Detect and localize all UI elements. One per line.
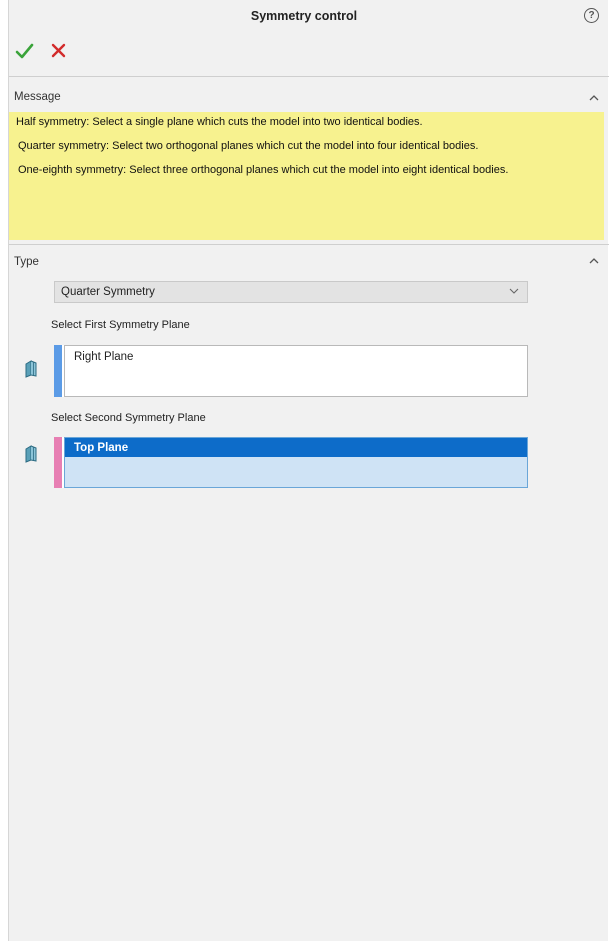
selection-color-bar [54,437,62,488]
divider [9,76,609,77]
selection-color-bar [54,345,62,397]
second-plane-label: Select Second Symmetry Plane [51,412,206,424]
title-bar: Symmetry control ? [9,0,609,34]
message-line-quarter: Quarter symmetry: Select two orthogonal … [18,140,479,152]
plane-icon[interactable] [24,360,38,378]
ok-button[interactable] [14,40,36,62]
panel-title: Symmetry control [250,9,358,23]
message-section-title: Message [14,91,61,103]
dropdown-value: Quarter Symmetry [61,286,155,298]
first-plane-selection-box[interactable]: Right Plane [54,345,528,397]
type-section-title: Type [14,256,39,268]
checkmark-icon [15,43,34,59]
message-line-eighth: One-eighth symmetry: Select three orthog… [18,164,509,176]
second-plane-list[interactable]: Top Plane [64,437,528,488]
plane-icon[interactable] [24,445,38,463]
message-line-half: Half symmetry: Select a single plane whi… [16,116,423,128]
list-item[interactable]: Right Plane [65,346,527,366]
chevron-up-icon[interactable] [588,256,600,266]
second-plane-selection-box[interactable]: Top Plane [54,437,528,488]
symmetry-type-dropdown[interactable]: Quarter Symmetry [54,281,528,303]
list-item[interactable]: Top Plane [65,438,527,457]
close-icon [51,43,66,58]
cancel-button[interactable] [48,40,70,62]
first-plane-label: Select First Symmetry Plane [51,319,190,331]
message-box: Half symmetry: Select a single plane whi… [9,112,604,240]
first-plane-list[interactable]: Right Plane [64,345,528,397]
chevron-down-icon [509,288,519,294]
help-icon[interactable]: ? [584,8,599,23]
divider [9,244,609,245]
symmetry-control-panel: Symmetry control ? Message Half symmetry… [8,0,609,941]
chevron-up-icon[interactable] [588,93,600,103]
